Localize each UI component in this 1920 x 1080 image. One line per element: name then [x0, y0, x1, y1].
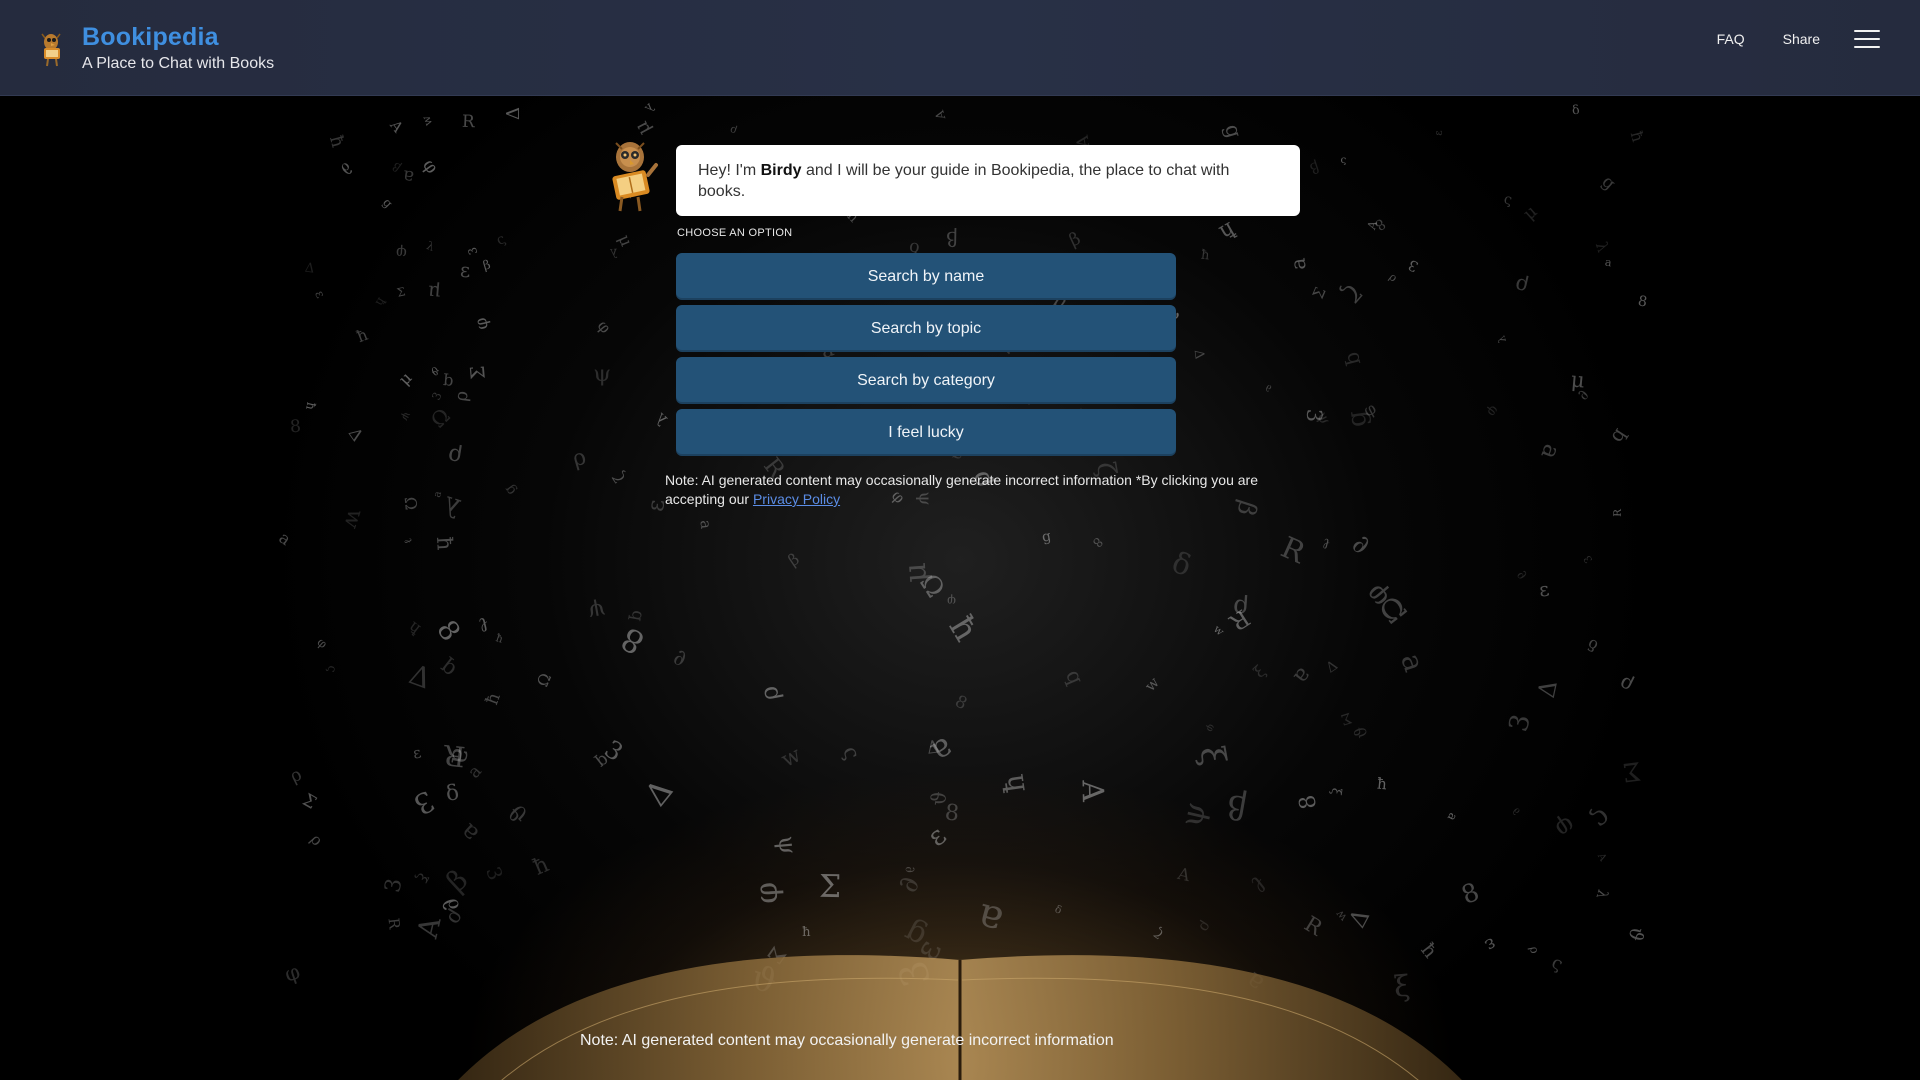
greeting-message-bubble: Hey! I'm Birdy and I will be your guide …	[676, 145, 1300, 216]
share-link[interactable]: Share	[1783, 31, 1820, 47]
guide-name: Birdy	[760, 162, 802, 179]
bird-reading-icon	[41, 33, 61, 67]
birdy-robot-avatar-icon	[612, 142, 658, 212]
i-feel-lucky-button[interactable]: I feel lucky	[676, 409, 1176, 456]
brand-title: Bookipedia	[82, 23, 219, 51]
privacy-policy-link[interactable]: Privacy Policy	[753, 491, 840, 507]
choose-option-label: CHOOSE AN OPTION	[677, 227, 793, 239]
greeting-prefix: Hey! I'm	[698, 162, 761, 179]
footer-disclaimer: Note: AI generated content may occasiona…	[580, 1032, 1114, 1049]
search-by-name-button[interactable]: Search by name	[676, 253, 1176, 300]
faq-link[interactable]: FAQ	[1717, 31, 1745, 47]
brand-subtitle: A Place to Chat with Books	[82, 55, 275, 72]
open-book-illustration	[458, 955, 1462, 1080]
option-buttons: Search by name Search by topic Search by…	[676, 253, 1176, 461]
hamburger-menu-icon[interactable]	[1854, 30, 1880, 48]
brand-text: Bookipedia A Place to Chat with Books	[82, 22, 274, 74]
disclaimer-note: Note: AI generated content may occasiona…	[665, 471, 1305, 509]
search-by-topic-button[interactable]: Search by topic	[676, 305, 1176, 352]
page: φ3φgλΔwRζ3∂φΔaρ8∂λAA∂ψΩρξβq∂3Δℓ8Δħ3q3φρς…	[0, 0, 1920, 1080]
top-nav: FAQ Share	[1679, 30, 1880, 48]
search-by-category-button[interactable]: Search by category	[676, 357, 1176, 404]
brand[interactable]: Bookipedia A Place to Chat with Books	[36, 22, 274, 74]
top-header: Bookipedia A Place to Chat with Books FA…	[0, 0, 1920, 96]
